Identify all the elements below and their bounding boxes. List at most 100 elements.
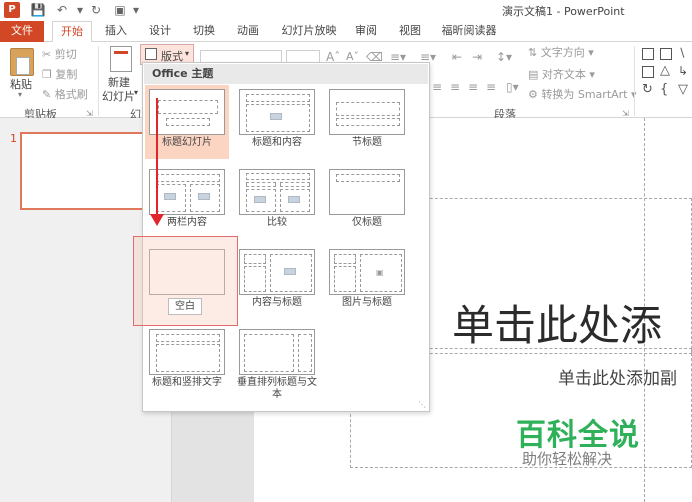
tab-review[interactable]: 审阅 bbox=[350, 21, 382, 42]
placeholder bbox=[280, 182, 310, 187]
shape-triangle-icon[interactable]: △ bbox=[660, 63, 670, 78]
clipboard-launcher-icon[interactable]: ⇲ bbox=[86, 109, 93, 118]
format-painter-label: 格式刷 bbox=[54, 88, 88, 101]
layout-section-header[interactable]: 节标题 bbox=[325, 85, 409, 159]
layout-title-and-vertical-text[interactable]: 标题和竖排文字 bbox=[145, 325, 229, 399]
group-separator bbox=[634, 46, 635, 116]
layout-dropdown-icon: ▾ bbox=[185, 49, 190, 58]
tab-design[interactable]: 设计 bbox=[144, 21, 176, 42]
layout-title-and-content[interactable]: 标题和内容 bbox=[235, 85, 319, 159]
placeholder bbox=[244, 334, 294, 372]
layout-label: 标题和竖排文字 bbox=[152, 377, 222, 388]
shape-brace-icon[interactable]: { bbox=[660, 82, 668, 97]
layout-comparison[interactable]: 比较 bbox=[235, 165, 319, 239]
layout-content-with-caption[interactable]: 内容与标题 bbox=[235, 245, 319, 319]
align-text-label: 对齐文本 bbox=[541, 68, 586, 81]
cut-button[interactable]: ✂ 剪切 bbox=[42, 46, 77, 62]
powerpoint-logo-icon: P bbox=[4, 2, 20, 18]
new-slide-dropdown-icon[interactable]: ▾ bbox=[134, 88, 138, 97]
placeholder bbox=[244, 254, 266, 264]
layout-label: 内容与标题 bbox=[252, 297, 302, 308]
shape-rectangle-icon[interactable] bbox=[642, 66, 654, 78]
layout-thumb bbox=[149, 169, 225, 215]
annotation-arrow-head bbox=[150, 214, 164, 226]
layout-label: 比较 bbox=[267, 217, 287, 228]
content-icon bbox=[254, 196, 266, 203]
layout-thumb bbox=[239, 329, 315, 375]
convert-smartart-label: 转换为 SmartArt bbox=[541, 88, 628, 101]
layout-vertical-title-and-text[interactable]: 垂直排列标题与文本 bbox=[235, 325, 319, 411]
tab-view[interactable]: 视图 bbox=[394, 21, 426, 42]
content-icon bbox=[198, 193, 210, 200]
redo-icon[interactable]: ↻ bbox=[88, 2, 104, 18]
text-direction-button[interactable]: ⇅ 文字方向 ▾ bbox=[528, 44, 594, 60]
align-center-icon[interactable]: ≡ bbox=[450, 80, 460, 94]
layout-thumb bbox=[149, 89, 225, 135]
gallery-header: Office 主题 bbox=[144, 64, 428, 84]
paste-icon[interactable] bbox=[10, 48, 34, 76]
paragraph-launcher-icon[interactable]: ⇲ bbox=[622, 109, 629, 118]
shape-textbox-icon[interactable] bbox=[642, 48, 654, 60]
layout-thumb bbox=[329, 89, 405, 135]
decrease-indent-icon[interactable]: ⇤ bbox=[452, 50, 462, 64]
subtitle-placeholder[interactable]: 单击此处添加副 bbox=[558, 364, 677, 389]
ribbon-tabs: 文件 开始 插入 设计 切换 动画 幻灯片放映 审阅 视图 福昕阅读器 bbox=[0, 20, 692, 43]
tab-file[interactable]: 文件 bbox=[0, 21, 44, 42]
save-icon[interactable]: 💾 bbox=[30, 2, 46, 18]
cut-label: 剪切 bbox=[54, 48, 77, 61]
tab-animations[interactable]: 动画 bbox=[232, 21, 264, 42]
align-left-icon[interactable]: ≡ bbox=[432, 80, 442, 94]
new-slide-icon[interactable] bbox=[110, 46, 132, 72]
layout-thumb bbox=[239, 169, 315, 215]
layout-thumb bbox=[149, 329, 225, 375]
tab-slideshow[interactable]: 幻灯片放映 bbox=[278, 21, 340, 42]
title-placeholder[interactable]: 单击此处添 bbox=[452, 292, 662, 353]
format-painter-button[interactable]: ✎ 格式刷 bbox=[42, 86, 88, 102]
align-right-icon[interactable]: ≡ bbox=[468, 80, 478, 94]
copy-button[interactable]: ❐ 复制 bbox=[42, 66, 77, 82]
layout-picture-with-caption[interactable]: ▣ 图片与标题 bbox=[325, 245, 409, 319]
placeholder bbox=[156, 344, 220, 372]
new-slide-label-2[interactable]: 幻灯片 bbox=[102, 88, 135, 104]
tab-home[interactable]: 开始 bbox=[52, 21, 92, 43]
copy-label: 复制 bbox=[55, 68, 78, 81]
placeholder bbox=[246, 94, 310, 102]
tab-insert[interactable]: 插入 bbox=[100, 21, 132, 42]
layout-title-only[interactable]: 仅标题 bbox=[325, 165, 409, 239]
content-icon bbox=[284, 268, 296, 275]
tab-foxit-reader[interactable]: 福昕阅读器 bbox=[438, 21, 500, 42]
columns-icon[interactable]: ▯▾ bbox=[506, 80, 519, 94]
undo-dropdown-icon[interactable]: ▾ bbox=[72, 2, 88, 18]
shape-vertical-textbox-icon[interactable] bbox=[660, 48, 672, 60]
placeholder bbox=[334, 266, 356, 292]
customize-quick-access-icon[interactable]: ▾ bbox=[128, 2, 144, 18]
tab-transitions[interactable]: 切换 bbox=[188, 21, 220, 42]
placeholder bbox=[158, 100, 218, 114]
shape-curve-icon[interactable]: ↻ bbox=[642, 82, 653, 97]
placeholder bbox=[334, 254, 356, 264]
increase-indent-icon[interactable]: ⇥ bbox=[472, 50, 482, 64]
justify-icon[interactable]: ≡ bbox=[486, 80, 496, 94]
text-direction-label: 文字方向 bbox=[540, 46, 585, 59]
shape-line-icon[interactable]: ∖ bbox=[678, 46, 686, 60]
content-icon bbox=[288, 196, 300, 203]
placeholder bbox=[246, 173, 310, 180]
placeholder bbox=[156, 334, 220, 342]
shape-arrow-icon[interactable]: ↳ bbox=[678, 64, 688, 78]
layout-thumb bbox=[329, 169, 405, 215]
placeholder bbox=[336, 118, 400, 126]
layout-icon bbox=[145, 48, 157, 60]
undo-icon[interactable]: ↶ bbox=[54, 2, 70, 18]
start-from-beginning-icon[interactable]: ▣ bbox=[112, 2, 128, 18]
line-spacing-icon[interactable]: ↕▾ bbox=[496, 50, 512, 64]
paste-dropdown-icon[interactable]: ▾ bbox=[18, 90, 22, 99]
layout-tooltip: 空白 bbox=[168, 298, 202, 315]
align-text-button[interactable]: ▤ 对齐文本 ▾ bbox=[528, 66, 595, 82]
shape-more-icon[interactable]: ▽ bbox=[678, 82, 688, 97]
layout-thumb bbox=[239, 249, 315, 295]
layout-label: 节标题 bbox=[352, 137, 382, 148]
resize-grip-icon[interactable]: ⋱ bbox=[418, 400, 426, 409]
convert-smartart-button[interactable]: ⚙ 转换为 SmartArt ▾ bbox=[528, 86, 637, 102]
placeholder bbox=[244, 266, 266, 292]
window-title: 演示文稿1 - PowerPoint bbox=[502, 5, 625, 18]
